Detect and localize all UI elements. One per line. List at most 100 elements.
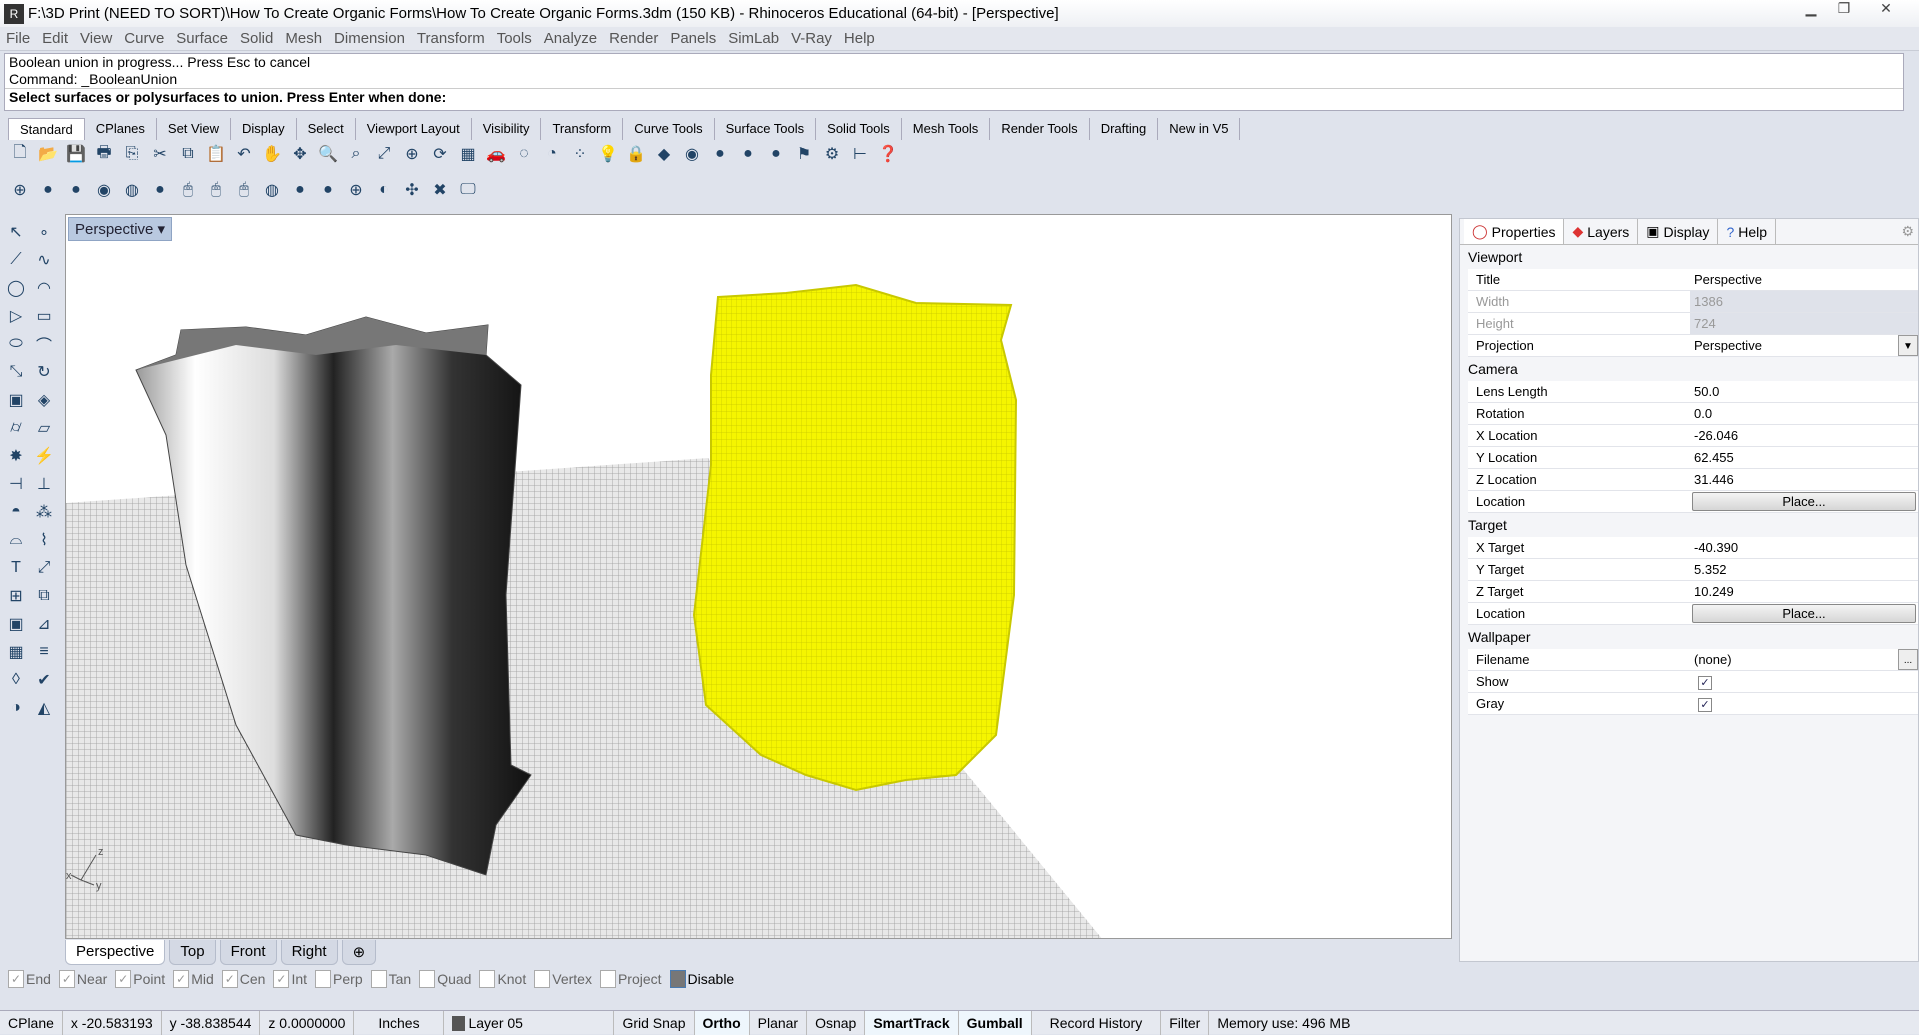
tab-new-in-v5[interactable]: New in V5 bbox=[1158, 118, 1240, 140]
browse-button[interactable]: ... bbox=[1898, 649, 1918, 670]
ghosted-icon[interactable]: ◉ bbox=[92, 178, 116, 202]
add-viewport-tab-icon[interactable]: ⊕ bbox=[342, 940, 377, 965]
circle-icon[interactable]: ◯ bbox=[4, 276, 28, 300]
fillet-icon[interactable]: ⚡ bbox=[32, 444, 56, 468]
dimension-icon[interactable]: ⊢ bbox=[848, 142, 872, 166]
panel-settings-gear-icon[interactable]: ⚙ bbox=[1897, 219, 1918, 244]
lock2-icon[interactable]: 🔒 bbox=[624, 142, 648, 166]
viewport-canvas[interactable]: z x y bbox=[66, 215, 1452, 939]
tab-viewport-layout[interactable]: Viewport Layout bbox=[356, 118, 472, 140]
tab-solid-tools[interactable]: Solid Tools bbox=[816, 118, 902, 140]
arc-icon[interactable]: ◠ bbox=[32, 276, 56, 300]
mirror-icon[interactable]: ⧉ bbox=[32, 584, 56, 608]
ellipse-icon[interactable]: ⬭ bbox=[4, 332, 28, 356]
camera-place-button[interactable]: Place... bbox=[1692, 492, 1916, 511]
monitor-icon[interactable]: 🖵 bbox=[456, 178, 480, 202]
menu-tools[interactable]: Tools bbox=[497, 30, 532, 47]
record-history-toggle[interactable]: Record History bbox=[1032, 1011, 1162, 1035]
scale-icon[interactable]: ⤢ bbox=[32, 556, 56, 580]
layers-icon[interactable]: ◆ bbox=[652, 142, 676, 166]
checkbox[interactable] bbox=[600, 970, 616, 988]
print-icon[interactable]: 🖶 bbox=[92, 142, 116, 166]
osnap-perp[interactable]: Perp bbox=[315, 970, 363, 988]
grid-icon[interactable]: ▦ bbox=[4, 640, 28, 664]
osnap-toggle[interactable]: Osnap bbox=[807, 1011, 865, 1035]
gray-checkbox[interactable]: ✓ bbox=[1698, 698, 1712, 712]
osnap-quad[interactable]: Quad bbox=[419, 970, 471, 988]
checkbox[interactable]: ✓ bbox=[173, 970, 189, 988]
menu-analyze[interactable]: Analyze bbox=[544, 30, 597, 47]
tab-drafting[interactable]: Drafting bbox=[1090, 118, 1159, 140]
zoom-selected-icon[interactable]: ⊕ bbox=[400, 142, 424, 166]
gumball-icon[interactable]: ✣ bbox=[400, 178, 424, 202]
dimension-icon[interactable]: ⊿ bbox=[32, 612, 56, 636]
mesh-icon[interactable]: ◓ bbox=[4, 500, 28, 524]
rendered-icon[interactable]: ● bbox=[64, 178, 88, 202]
bulb-icon[interactable]: 💡 bbox=[596, 142, 620, 166]
checkbox[interactable]: ✓ bbox=[222, 970, 238, 988]
minimize-button[interactable]: ▁ bbox=[1795, 0, 1827, 22]
undo-icon[interactable]: ↶ bbox=[232, 142, 256, 166]
polyline-icon[interactable]: ⟋ bbox=[4, 248, 28, 272]
move-view-icon[interactable]: ✥ bbox=[288, 142, 312, 166]
shaded-icon[interactable]: ● bbox=[36, 178, 60, 202]
rotate-icon[interactable]: ↻ bbox=[32, 360, 56, 384]
plane-icon[interactable]: ▱ bbox=[32, 416, 56, 440]
crosshair-icon[interactable]: ⊕ bbox=[344, 178, 368, 202]
current-layer[interactable]: Layer 05 bbox=[444, 1011, 614, 1035]
sphere-gray-icon[interactable]: ● bbox=[288, 178, 312, 202]
loft-icon[interactable]: ⌇ bbox=[32, 528, 56, 552]
menu-mesh[interactable]: Mesh bbox=[285, 30, 322, 47]
grid-snap-toggle[interactable]: Grid Snap bbox=[614, 1011, 694, 1035]
menu-vray[interactable]: V-Ray bbox=[791, 30, 832, 47]
osnap-tan[interactable]: Tan bbox=[371, 970, 412, 988]
text-icon[interactable]: T bbox=[4, 556, 28, 580]
menu-simlab[interactable]: SimLab bbox=[728, 30, 779, 47]
save-icon[interactable]: 💾 bbox=[64, 142, 88, 166]
patch-icon[interactable]: ◊ bbox=[4, 668, 28, 692]
solid-box-icon[interactable]: ▣ bbox=[4, 612, 28, 636]
check-icon[interactable]: ✔ bbox=[32, 668, 56, 692]
transform-icon[interactable]: ⤡ bbox=[4, 360, 28, 384]
capture-icon[interactable]: ◐ bbox=[372, 178, 396, 202]
menu-solid[interactable]: Solid bbox=[240, 30, 273, 47]
tab-transform[interactable]: Transform bbox=[541, 118, 623, 140]
rotation-field[interactable]: 0.0 bbox=[1690, 403, 1918, 424]
tab-cplanes[interactable]: CPlanes bbox=[85, 118, 157, 140]
tab-curve-tools[interactable]: Curve Tools bbox=[623, 118, 714, 140]
menu-help[interactable]: Help bbox=[844, 30, 875, 47]
globe-icon[interactable]: ◍ bbox=[260, 178, 284, 202]
tab-visibility[interactable]: Visibility bbox=[472, 118, 542, 140]
tab-render-tools[interactable]: Render Tools bbox=[990, 118, 1089, 140]
menu-edit[interactable]: Edit bbox=[42, 30, 68, 47]
menu-dimension[interactable]: Dimension bbox=[334, 30, 405, 47]
help-icon[interactable]: ❓ bbox=[876, 142, 900, 166]
menu-curve[interactable]: Curve bbox=[124, 30, 164, 47]
units[interactable]: Inches bbox=[354, 1011, 444, 1035]
import-icon[interactable]: ⎘ bbox=[120, 142, 144, 166]
tab-standard[interactable]: Standard bbox=[8, 118, 85, 140]
viewport-tab-top[interactable]: Top bbox=[169, 940, 215, 965]
checkbox[interactable] bbox=[479, 970, 495, 988]
material-sphere-icon[interactable]: ● bbox=[736, 142, 760, 166]
checkbox[interactable]: ✓ bbox=[59, 970, 75, 988]
curve-icon[interactable]: ∿ bbox=[32, 248, 56, 272]
tab-display[interactable]: ▣Display bbox=[1638, 219, 1718, 244]
osnap-point[interactable]: ✓Point bbox=[115, 970, 165, 988]
osnap-cen[interactable]: ✓Cen bbox=[222, 970, 266, 988]
boolean-icon[interactable]: ◈ bbox=[32, 388, 56, 412]
tab-set-view[interactable]: Set View bbox=[157, 118, 231, 140]
menu-file[interactable]: File bbox=[6, 30, 30, 47]
viewport-tab-front[interactable]: Front bbox=[220, 940, 277, 965]
arc2-icon[interactable]: ⌒ bbox=[32, 332, 56, 356]
gumball-toggle[interactable]: Gumball bbox=[959, 1011, 1032, 1035]
wireframe-icon[interactable]: ⊕ bbox=[8, 178, 32, 202]
explode-icon[interactable]: ✸ bbox=[4, 444, 28, 468]
paste-icon[interactable]: 📋 bbox=[204, 142, 228, 166]
menu-panels[interactable]: Panels bbox=[670, 30, 716, 47]
sphere-yellow-icon[interactable]: ● bbox=[316, 178, 340, 202]
tab-mesh-tools[interactable]: Mesh Tools bbox=[902, 118, 991, 140]
close-red-icon[interactable]: ✖ bbox=[428, 178, 452, 202]
viewport-title-menu[interactable]: Perspective ▾ bbox=[68, 217, 172, 241]
checkbox[interactable] bbox=[419, 970, 435, 988]
